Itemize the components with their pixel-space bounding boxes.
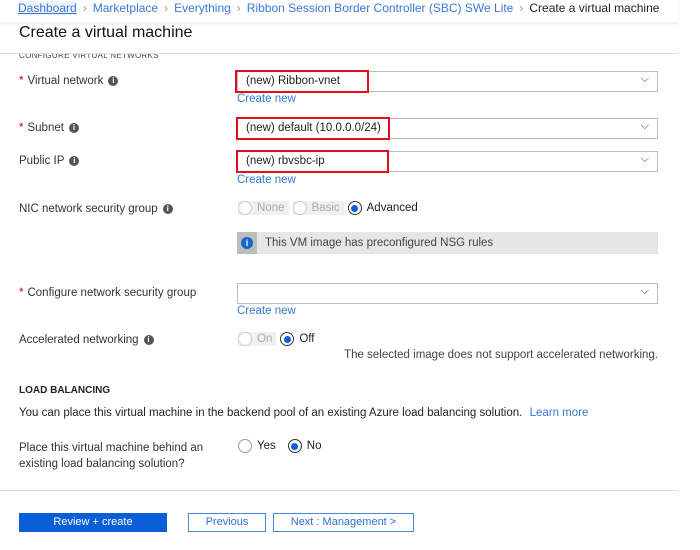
- breadcrumb-marketplace[interactable]: Marketplace: [93, 1, 158, 15]
- radio-no[interactable]: No: [287, 439, 321, 453]
- breadcrumb-everything[interactable]: Everything: [174, 1, 231, 15]
- highlight-box: [236, 150, 389, 173]
- breadcrumb-dashboard[interactable]: Dashboard: [18, 1, 77, 15]
- info-icon[interactable]: i: [68, 122, 79, 133]
- review-create-button[interactable]: Review + create: [19, 513, 167, 532]
- highlight-box: [235, 70, 369, 93]
- info-icon[interactable]: i: [162, 203, 173, 214]
- config-nsg-dropdown[interactable]: ⌵: [237, 283, 658, 304]
- section-heading: CONFIGURE VIRTUAL NETWORKS: [19, 54, 159, 59]
- radio-none[interactable]: None: [238, 201, 289, 215]
- radio-basic[interactable]: Basic: [292, 201, 344, 215]
- breadcrumb: Dashboard › Marketplace › Everything › Ribb…: [18, 1, 660, 15]
- previous-button[interactable]: Previous: [188, 513, 266, 532]
- lb-question-label: Place this virtual machine behind an exis…: [19, 442, 204, 470]
- chevron-down-icon: ⌵: [640, 285, 649, 297]
- next-management-button[interactable]: Next : Management >: [273, 513, 414, 532]
- radio-on[interactable]: On: [238, 332, 277, 346]
- chevron-down-icon: ⌵: [640, 153, 649, 165]
- learn-more-link[interactable]: Learn more: [530, 407, 589, 419]
- nic-nsg-radio-group: None Basic Advanced: [238, 201, 422, 215]
- accel-label: Accelerated networking i: [19, 334, 154, 346]
- breadcrumb-current: Create a virtual machine: [529, 1, 660, 15]
- radio-advanced[interactable]: Advanced: [347, 201, 418, 215]
- info-icon[interactable]: i: [69, 155, 80, 166]
- radio-off[interactable]: Off: [280, 332, 314, 346]
- info-icon[interactable]: i: [143, 334, 154, 345]
- nic-nsg-label: NIC network security group i: [19, 203, 173, 215]
- public-ip-label: Public IP i: [19, 155, 80, 167]
- page-title: Create a virtual machine: [19, 24, 193, 41]
- load-balancing-heading: LOAD BALANCING: [19, 385, 111, 396]
- accel-note: The selected image does not support acce…: [344, 349, 658, 361]
- info-icon[interactable]: i: [108, 75, 119, 86]
- info-icon: i: [237, 232, 257, 254]
- vnet-create-new-link[interactable]: Create new: [237, 93, 296, 105]
- accel-radio-group: On Off: [238, 332, 318, 346]
- lb-radio-group: Yes No: [238, 439, 325, 453]
- public-ip-create-new-link[interactable]: Create new: [237, 174, 296, 186]
- vnet-label: * Virtual network i: [19, 75, 119, 87]
- footer-divider: [0, 490, 678, 491]
- config-nsg-label: * Configure network security group: [19, 287, 197, 299]
- chevron-down-icon: ⌵: [640, 120, 649, 132]
- chevron-down-icon: ⌵: [640, 73, 649, 85]
- radio-yes[interactable]: Yes: [238, 439, 276, 453]
- load-balancing-description: You can place this virtual machine in th…: [19, 407, 589, 419]
- config-nsg-create-new-link[interactable]: Create new: [237, 305, 296, 317]
- subnet-label: * Subnet i: [19, 122, 79, 134]
- info-banner: i This VM image has preconfigured NSG rul…: [237, 232, 658, 254]
- breadcrumb-product[interactable]: Ribbon Session Border Controller (SBC) S…: [247, 1, 514, 15]
- highlight-box: [236, 117, 390, 140]
